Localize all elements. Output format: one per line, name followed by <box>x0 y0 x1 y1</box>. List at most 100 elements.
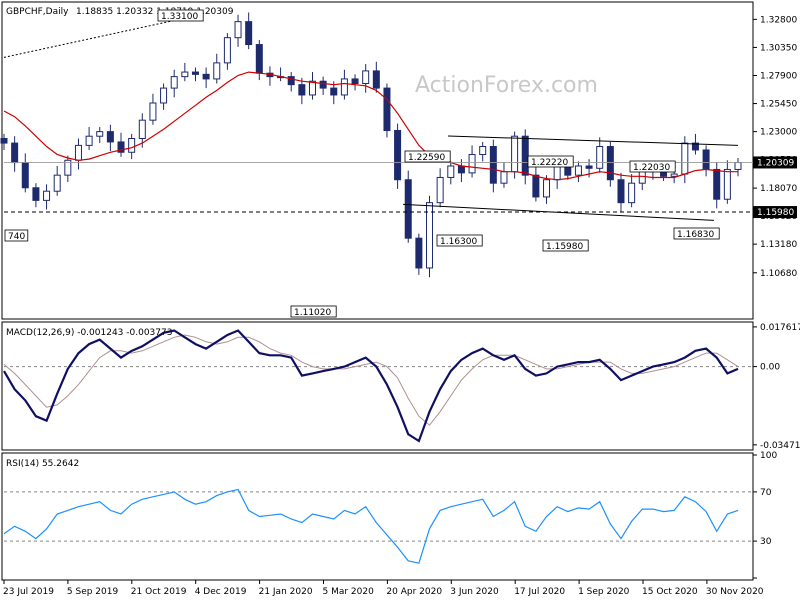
price-y-tick-label: 1.10680 <box>760 269 797 279</box>
candle-body <box>628 182 636 204</box>
candle-body <box>106 131 114 143</box>
candle-body <box>0 138 8 144</box>
candle-body <box>53 174 61 192</box>
candle-body <box>617 179 625 204</box>
candle-body <box>553 165 561 181</box>
candle-body <box>223 37 231 64</box>
x-axis-label: 5 Sep 2019 <box>67 587 119 597</box>
candle-body <box>468 154 476 174</box>
chart-canvas[interactable]: ActionForex.com GBPCHF,Daily 1.18835 1.2… <box>0 0 800 600</box>
candle-body <box>543 179 551 198</box>
rsi-y-tick-label: 70 <box>760 488 772 498</box>
candle-body <box>85 135 93 146</box>
candle-body <box>457 165 465 174</box>
price-y-tick-label: 1.13180 <box>760 240 797 250</box>
x-axis-label: 17 Jul 2020 <box>514 587 565 597</box>
price-y-tick-label: 1.32800 <box>760 15 797 25</box>
candle-body <box>681 142 689 175</box>
price-y-tick-label: 1.23000 <box>760 128 797 138</box>
candle-body <box>160 87 168 104</box>
price-annotation: 740 <box>8 232 25 242</box>
axes: 1.328001.303501.279001.254501.230001.205… <box>3 15 800 597</box>
candle-body <box>234 21 242 39</box>
candle-body <box>245 21 253 46</box>
x-axis-label: 4 Dec 2019 <box>195 587 247 597</box>
candle-body <box>170 76 178 89</box>
candle-body <box>330 87 338 96</box>
macd-title: MACD(12,26,9) -0.001243 -0.003773 <box>6 328 172 338</box>
candle-body <box>521 135 529 176</box>
upper-channel-line <box>447 135 739 146</box>
macd-y-tick-label: -0.034711 <box>760 441 800 451</box>
rsi-y-tick-label: 100 <box>760 451 777 461</box>
candle-body <box>447 165 455 178</box>
candle-body <box>308 80 316 96</box>
price-y-tick-label: 1.27900 <box>760 71 797 81</box>
price-y-tick-label: 1.30350 <box>760 43 797 53</box>
candle-body <box>351 78 359 85</box>
chart-window: ActionForex.com GBPCHF,Daily 1.18835 1.2… <box>0 0 800 600</box>
candle-body <box>298 84 306 96</box>
macd-y-tick-label: 0.017617 <box>760 323 800 333</box>
candle-body <box>128 138 136 153</box>
candle-body <box>74 144 82 161</box>
x-axis-label: 20 Apr 2020 <box>386 587 442 597</box>
price-annotation: 1.16830 <box>677 230 714 240</box>
candle-body <box>21 162 29 189</box>
macd-plot <box>3 329 753 443</box>
candle-body <box>702 149 710 170</box>
candle-body <box>11 142 19 164</box>
candle-body <box>362 70 370 85</box>
x-axis-label: 15 Oct 2020 <box>642 587 698 597</box>
candle-body <box>319 80 327 89</box>
level-price-tag: 1.15980 <box>757 208 794 218</box>
candle-body <box>96 131 104 137</box>
candle-body <box>723 168 731 200</box>
price-annotation: 1.16300 <box>440 237 477 247</box>
price-plot: 1.33100 1.22590 1.22220 1.22030 1.16300 1.159… <box>0 9 753 318</box>
price-annotation: 1.33100 <box>161 12 198 22</box>
x-axis-label: 21 Oct 2019 <box>131 587 187 597</box>
x-axis-label: 1 Sep 2020 <box>578 587 630 597</box>
candle-body <box>340 78 348 96</box>
rsi-panel-frame <box>1 452 754 581</box>
candle-body <box>149 102 157 121</box>
macd-y-tick-label: 0.00 <box>760 363 780 373</box>
candle-body <box>574 165 582 176</box>
candle-body <box>585 165 593 169</box>
rsi-y-tick-label: 30 <box>760 537 772 547</box>
candle-body <box>255 44 263 74</box>
price-y-tick-label: 1.18070 <box>760 184 797 194</box>
candle-body <box>32 187 40 201</box>
candle-body <box>532 174 540 198</box>
price-annotation: 1.15980 <box>546 242 583 252</box>
candle-body <box>734 162 742 170</box>
x-axis-label: 30 Nov 2020 <box>706 587 764 597</box>
x-axis-label: 23 Jul 2019 <box>3 587 54 597</box>
candle-body <box>415 237 423 269</box>
candle-body <box>489 146 497 184</box>
candle-body <box>191 71 199 75</box>
candle-body <box>372 70 380 89</box>
candle-body <box>713 168 721 200</box>
candle-body <box>596 146 604 169</box>
price-annotation: 1.22590 <box>408 153 445 163</box>
candle-body <box>43 190 51 201</box>
x-axis-label: 5 Mar 2020 <box>323 587 375 597</box>
candle-body <box>479 146 487 156</box>
macd-signal-line <box>3 334 739 426</box>
candle-body <box>394 129 402 181</box>
price-annotation: 1.11020 <box>294 308 331 318</box>
watermark: ActionForex.com <box>415 73 598 98</box>
price-y-tick-label: 1.25450 <box>760 100 797 110</box>
candle-body <box>606 146 614 181</box>
price-annotation: 1.22030 <box>633 163 670 173</box>
rsi-line <box>3 488 739 564</box>
x-axis-label: 21 Jan 2020 <box>259 587 313 597</box>
candle-body <box>436 176 444 204</box>
rsi-title: RSI(14) 55.2642 <box>6 459 79 469</box>
macd-panel-frame <box>1 321 754 451</box>
rsi-plot <box>3 488 753 564</box>
candle-body <box>202 73 210 80</box>
moving-average-line <box>3 71 738 181</box>
